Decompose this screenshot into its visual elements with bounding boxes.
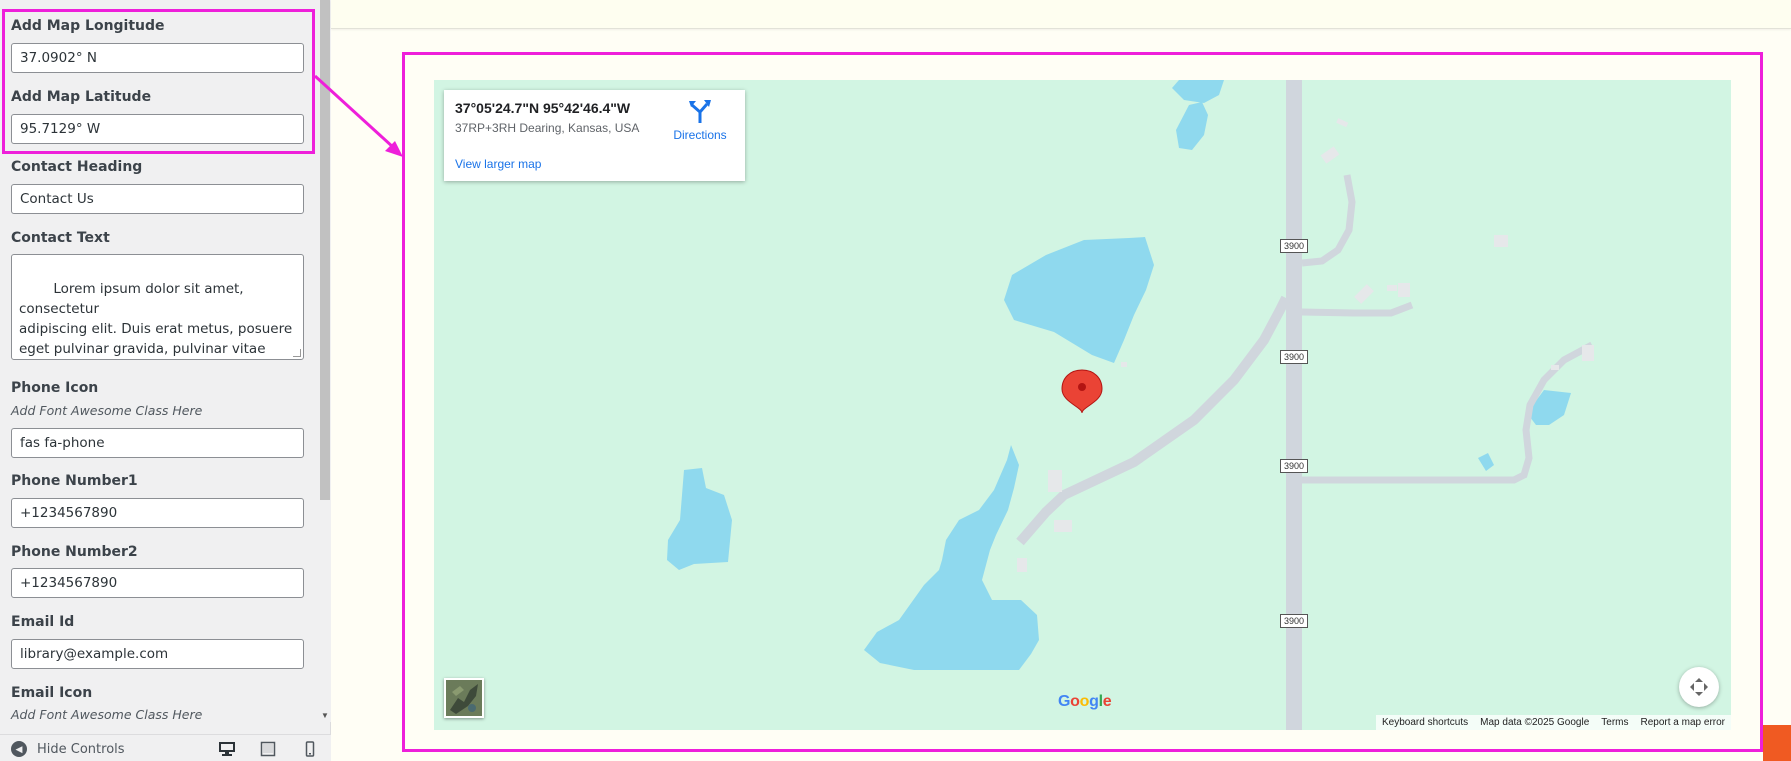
phone-number2-control: Phone Number2 +1234567890 (11, 543, 305, 598)
email-id-label: Email Id (11, 614, 75, 630)
arrowhead-icon (385, 141, 403, 157)
contact-heading-input[interactable]: Contact Us (11, 184, 304, 214)
scroll-down-arrow-icon[interactable]: ▼ (319, 710, 331, 722)
phone-number2-label: Phone Number2 (11, 544, 138, 560)
hide-controls-label: Hide Controls (37, 741, 125, 757)
contact-heading-label: Contact Heading (11, 159, 143, 175)
scrollbar-thumb[interactable] (320, 0, 330, 500)
phone-icon-label: Phone Icon (11, 380, 99, 396)
phone-number1-control: Phone Number1 +1234567890 (11, 472, 305, 528)
textarea-resize-handle[interactable] (293, 349, 301, 357)
collapse-arrow-icon: ◀ (11, 741, 27, 757)
customizer-footer: ◀ Hide Controls (0, 734, 331, 761)
phone-icon-description: Add Font Awesome Class Here (11, 403, 203, 418)
contact-text-textarea[interactable]: Lorem ipsum dolor sit amet, consectetur … (11, 254, 304, 360)
email-id-control: Email Id library@example.com (11, 613, 305, 669)
contact-text-control: Contact Text Lorem ipsum dolor sit amet,… (11, 229, 305, 360)
desktop-preview-button[interactable] (218, 741, 236, 757)
contact-text-label: Contact Text (11, 230, 110, 246)
email-icon-control: Email Icon Add Font Awesome Class Here (11, 684, 305, 722)
highlight-box-map (402, 52, 1763, 752)
highlight-box-coordinates (2, 9, 315, 154)
preview-header-bar (331, 0, 1791, 29)
tablet-icon (260, 741, 276, 757)
email-id-input[interactable]: library@example.com (11, 639, 304, 669)
sidebar-scrollbar[interactable]: ▼ (319, 0, 331, 722)
email-icon-label: Email Icon (11, 685, 93, 701)
email-icon-description: Add Font Awesome Class Here (11, 707, 203, 722)
phone-icon-input[interactable]: fas fa-phone (11, 428, 304, 458)
desktop-icon (219, 742, 235, 756)
scroll-to-top-button[interactable] (1763, 725, 1791, 761)
hide-controls-button[interactable]: ◀ Hide Controls (11, 741, 125, 757)
mobile-icon (305, 741, 315, 757)
contact-text-value: Lorem ipsum dolor sit amet, consectetur … (19, 281, 293, 357)
phone-number1-label: Phone Number1 (11, 473, 138, 489)
phone-number1-input[interactable]: +1234567890 (11, 498, 304, 528)
mobile-preview-button[interactable] (301, 741, 319, 757)
tablet-preview-button[interactable] (259, 741, 277, 757)
phone-number2-input[interactable]: +1234567890 (11, 568, 304, 598)
contact-heading-control: Contact Heading Contact Us (11, 158, 305, 214)
phone-icon-control: Phone Icon Add Font Awesome Class Here f… (11, 379, 305, 458)
